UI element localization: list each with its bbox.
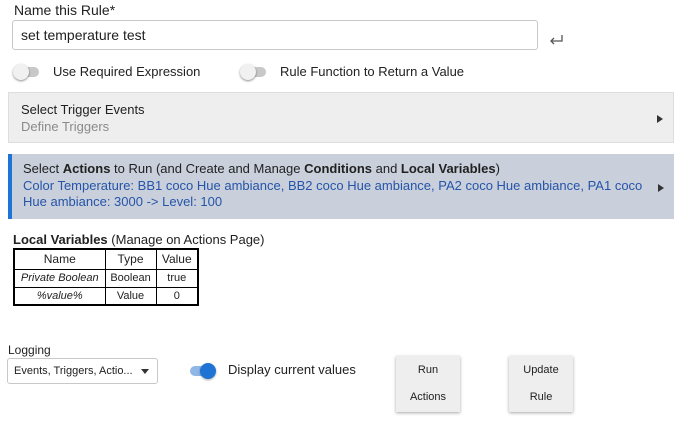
column-header: Value [155, 248, 199, 270]
logging-label: Logging [8, 343, 51, 357]
toggle-knob [200, 363, 216, 379]
run-actions-button[interactable]: Run Actions [396, 356, 460, 412]
actions-panel-subtitle: Color Temperature: BB1 coco Hue ambiance… [23, 178, 643, 209]
button-label-line: Update [523, 364, 559, 376]
table-header-row: Name Type Value [13, 248, 199, 270]
variable-name: Private Boolean [13, 268, 106, 288]
rule-name-input[interactable] [12, 20, 538, 50]
variable-name: %value% [13, 286, 106, 306]
required-expression-label: Use Required Expression [53, 64, 201, 79]
return-enter-icon[interactable] [548, 34, 564, 46]
trigger-panel-subtitle: Define Triggers [21, 119, 110, 134]
table-row: %value% Value 0 [13, 286, 199, 306]
button-label-line: Actions [409, 391, 447, 403]
toggle-knob [240, 64, 256, 80]
column-header: Name [13, 248, 106, 270]
variable-value: true [155, 268, 199, 288]
caret-down-icon [141, 369, 149, 374]
required-expression-toggle[interactable] [13, 64, 41, 80]
local-variables-heading: Local Variables (Manage on Actions Page) [13, 232, 265, 247]
button-label-line: Rule [529, 391, 553, 403]
caret-right-icon [658, 184, 664, 192]
rule-function-toggle[interactable] [240, 64, 268, 80]
logging-selected-value: Events, Triggers, Actio... [14, 365, 133, 377]
select-actions-panel[interactable]: Select Actions to Run (and Create and Ma… [8, 154, 674, 219]
table-row: Private Boolean Boolean true [13, 268, 199, 288]
display-current-values-toggle[interactable] [188, 363, 216, 379]
caret-right-icon [657, 115, 663, 123]
display-current-values-label: Display current values [228, 362, 356, 377]
toggle-knob [13, 64, 29, 80]
variable-value: 0 [155, 286, 199, 306]
rule-function-label: Rule Function to Return a Value [280, 64, 465, 79]
variable-type: Boolean [104, 268, 157, 288]
select-trigger-events-panel[interactable]: Select Trigger Events Define Triggers [8, 92, 674, 143]
rule-name-label: Name this Rule* [14, 2, 116, 18]
column-header: Type [104, 248, 157, 270]
actions-panel-title: Select Actions to Run (and Create and Ma… [23, 161, 500, 176]
variable-type: Value [104, 286, 157, 306]
button-label-line: Run [417, 364, 439, 376]
trigger-panel-title: Select Trigger Events [21, 102, 145, 117]
update-rule-button[interactable]: Update Rule [509, 356, 573, 412]
local-variables-table: Name Type Value Private Boolean Boolean … [13, 248, 199, 306]
logging-select[interactable]: Events, Triggers, Actio... [7, 358, 158, 384]
